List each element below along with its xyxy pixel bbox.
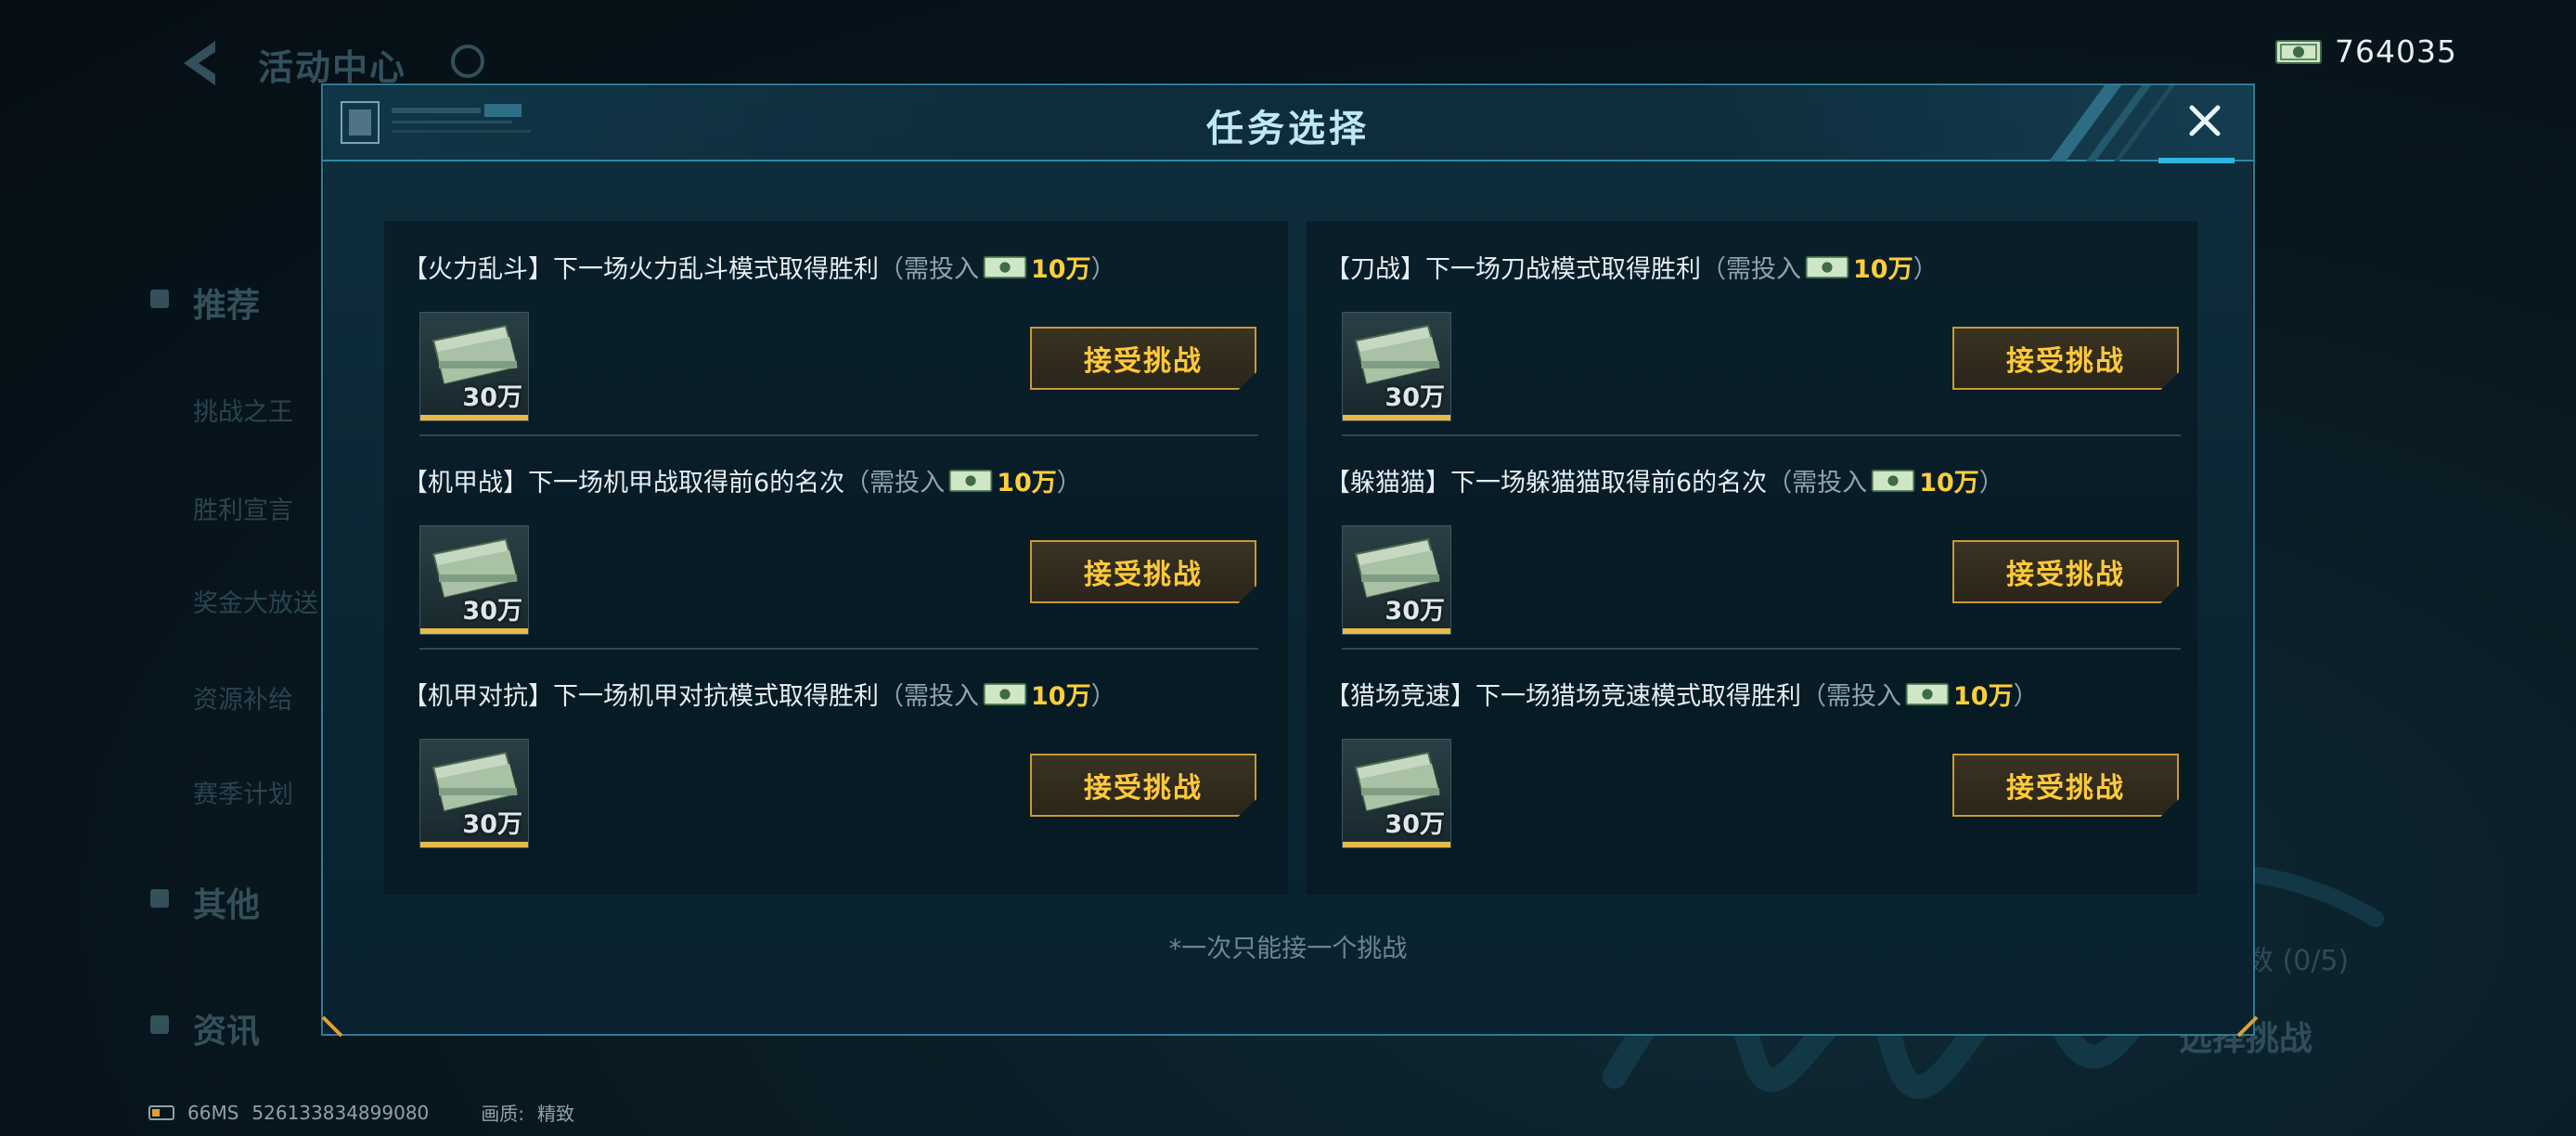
- background-title: 活动中心: [258, 47, 407, 88]
- accept-challenge-button[interactable]: 接受挑战: [1952, 754, 2179, 817]
- cash-bill-icon: [1871, 469, 1915, 492]
- task-cost: （需投入 10万 ）: [1801, 682, 2039, 711]
- task-cost: （需投入 10万 ）: [879, 682, 1116, 711]
- currency-display: 764035: [2275, 33, 2457, 70]
- one-challenge-note: *一次只能接一个挑战: [1168, 935, 1408, 963]
- task-title: 【猎场竞速】 下一场猎场竞速模式取得胜利 （需投入 10万 ）: [1325, 676, 2039, 712]
- accept-challenge-button[interactable]: 接受挑战: [1952, 540, 2179, 603]
- help-icon: [451, 45, 484, 78]
- task-title: 【刀战】 下一场刀战模式取得胜利 （需投入 10万 ）: [1325, 249, 1938, 285]
- uid-text: 526133834899080: [251, 1101, 430, 1124]
- accept-challenge-button[interactable]: 接受挑战: [1030, 540, 1256, 603]
- task-item: 【火力乱斗】 下一场火力乱斗模式取得胜利 （需投入 10万 ） 30万 接受挑战: [384, 221, 1288, 436]
- accept-challenge-button[interactable]: 接受挑战: [1030, 327, 1256, 390]
- task-cost: （需投入 10万 ）: [844, 469, 1082, 497]
- task-desc: 下一场躲猫猫取得前6的名次: [1450, 469, 1768, 497]
- reward-quantity: 30万: [1385, 597, 1445, 626]
- task-desc: 下一场机甲对抗模式取得胜利: [553, 682, 879, 711]
- quality-value: 精致: [537, 1103, 575, 1125]
- task-desc: 下一场火力乱斗模式取得胜利: [553, 255, 879, 284]
- task-cost: （需投入 10万 ）: [1701, 255, 1938, 284]
- bg-nav-news: 资讯: [149, 1004, 260, 1052]
- bg-nav-recommend: 推荐: [149, 278, 260, 327]
- reward-quantity: 30万: [1385, 383, 1445, 412]
- task-item: 【机甲战】 下一场机甲战取得前6的名次 （需投入 10万 ） 30万 接受挑战: [384, 434, 1288, 650]
- reward-quantity: 30万: [462, 383, 522, 412]
- task-title: 【躲猫猫】 下一场躲猫猫取得前6的名次 （需投入 10万 ）: [1325, 462, 2004, 498]
- task-column-right: 【刀战】 下一场刀战模式取得胜利 （需投入 10万 ） 30万 接受挑战 【躲猫…: [1307, 221, 2197, 895]
- close-button[interactable]: [2177, 93, 2233, 148]
- cash-bill-icon: [2275, 39, 2322, 64]
- task-tag: 【火力乱斗】: [403, 255, 553, 284]
- task-tag: 【机甲对抗】: [403, 682, 553, 711]
- task-title: 【火力乱斗】 下一场火力乱斗模式取得胜利 （需投入 10万 ）: [403, 249, 1116, 285]
- bg-nav-other: 其他: [149, 878, 260, 926]
- cash-bill-icon: [983, 682, 1027, 705]
- modal-header: 任务选择: [323, 85, 2253, 163]
- task-tag: 【机甲战】: [403, 469, 528, 497]
- reward-cash-item: 30万: [1342, 739, 1451, 848]
- battery-icon: [148, 1104, 174, 1120]
- corner-accent-icon: [321, 1015, 343, 1038]
- bg-progress-text: 数 (0/5): [2246, 945, 2350, 977]
- task-desc: 下一场猎场竞速模式取得胜利: [1475, 682, 1801, 711]
- reward-rarity-bar: [1343, 415, 1450, 420]
- reward-rarity-bar: [1343, 842, 1450, 847]
- reward-cash-item: 30万: [419, 739, 529, 848]
- task-title: 【机甲对抗】 下一场机甲对抗模式取得胜利 （需投入 10万 ）: [403, 676, 1116, 712]
- close-accent-bar: [2158, 158, 2235, 163]
- reward-rarity-bar: [420, 842, 528, 847]
- accept-challenge-button[interactable]: 接受挑战: [1952, 327, 2179, 390]
- task-select-modal: 任务选择 【火力乱斗】 下一场火力乱斗模式取得胜利 （需投入 10万 ） 30万…: [321, 84, 2259, 1038]
- header-stripes-decoration: [2049, 85, 2175, 161]
- task-item: 【猎场竞速】 下一场猎场竞速模式取得胜利 （需投入 10万 ） 30万 接受挑战: [1307, 648, 2197, 861]
- close-icon: [2189, 105, 2221, 136]
- task-cost: （需投入 10万 ）: [1767, 469, 2004, 497]
- task-desc: 下一场机甲战取得前6的名次: [528, 469, 845, 497]
- reward-cash-item: 30万: [1342, 525, 1451, 635]
- task-desc: 下一场刀战模式取得胜利: [1425, 255, 1701, 284]
- task-tag: 【躲猫猫】: [1325, 469, 1450, 497]
- cash-bill-icon: [1905, 682, 1950, 705]
- task-item: 【刀战】 下一场刀战模式取得胜利 （需投入 10万 ） 30万 接受挑战: [1307, 221, 2197, 436]
- reward-rarity-bar: [1343, 628, 1450, 634]
- bg-sub-item: 资源补给: [193, 686, 293, 715]
- status-bar: 66MS 526133834899080 画质: 精致: [148, 1099, 574, 1126]
- ping-text: 66MS: [187, 1101, 239, 1124]
- currency-amount: 764035: [2335, 33, 2457, 70]
- bg-sub-item: 胜利宣言: [193, 497, 293, 525]
- cash-bill-icon: [983, 255, 1027, 278]
- cash-bill-icon: [948, 469, 993, 492]
- reward-rarity-bar: [420, 415, 528, 420]
- task-cost: （需投入 10万 ）: [879, 255, 1116, 284]
- reward-cash-item: 30万: [419, 312, 529, 421]
- reward-cash-item: 30万: [1342, 312, 1451, 421]
- accept-challenge-button[interactable]: 接受挑战: [1030, 754, 1256, 817]
- task-title: 【机甲战】 下一场机甲战取得前6的名次 （需投入 10万 ）: [403, 462, 1082, 498]
- reward-quantity: 30万: [462, 597, 522, 626]
- task-column-left: 【火力乱斗】 下一场火力乱斗模式取得胜利 （需投入 10万 ） 30万 接受挑战: [384, 221, 1288, 895]
- bg-sub-item: 挑战之王: [193, 398, 293, 427]
- task-list: 【火力乱斗】 下一场火力乱斗模式取得胜利 （需投入 10万 ） 30万 接受挑战: [384, 221, 2197, 895]
- reward-cash-item: 30万: [419, 525, 529, 635]
- cash-bill-icon: [1805, 255, 1849, 278]
- reward-quantity: 30万: [1385, 810, 1445, 839]
- task-item: 【机甲对抗】 下一场机甲对抗模式取得胜利 （需投入 10万 ） 30万 接受挑战: [384, 648, 1288, 861]
- task-tag: 【刀战】: [1325, 255, 1425, 284]
- corner-accent-icon: [2236, 1015, 2259, 1038]
- modal-title: 任务选择: [1206, 108, 1370, 150]
- task-tag: 【猎场竞速】: [1325, 682, 1475, 711]
- quality-label: 画质:: [481, 1103, 525, 1125]
- reward-quantity: 30万: [462, 810, 522, 839]
- task-item: 【躲猫猫】 下一场躲猫猫取得前6的名次 （需投入 10万 ） 30万 接受挑战: [1307, 434, 2197, 650]
- bg-sub-item: 奖金大放送: [193, 589, 318, 618]
- bg-sub-item: 赛季计划: [193, 781, 293, 809]
- back-arrow-icon: [184, 41, 215, 85]
- reward-rarity-bar: [420, 628, 528, 634]
